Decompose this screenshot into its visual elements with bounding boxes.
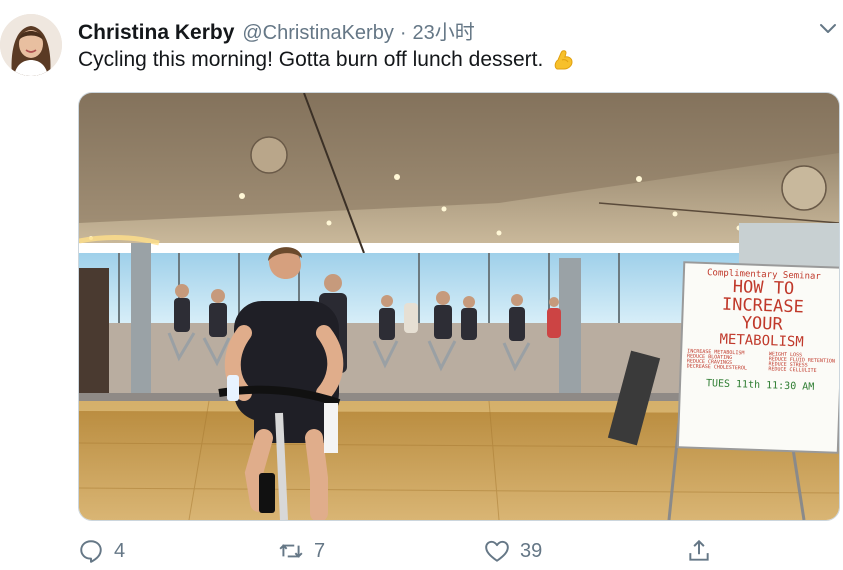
avatar[interactable] bbox=[0, 14, 62, 76]
avatar-image bbox=[0, 14, 62, 76]
share-icon bbox=[689, 539, 709, 561]
retweet-button[interactable]: 7 bbox=[278, 536, 325, 566]
tweet-actions: 4 7 39 bbox=[78, 536, 838, 566]
whiteboard: Complimentary Seminar HOW TO INCREASE YO… bbox=[680, 266, 839, 451]
like-count: 39 bbox=[520, 539, 543, 562]
timestamp[interactable]: 23小时 bbox=[413, 16, 475, 45]
tweet-text: Cycling this morning! Gotta burn off lun… bbox=[78, 48, 544, 71]
reply-icon bbox=[80, 540, 102, 563]
whiteboard-right-notes: WEIGHT LOSS REDUCE FLUID RETENTION REDUC… bbox=[768, 351, 835, 375]
tweet-header: Christina Kerby @ChristinaKerby · 23小时 bbox=[78, 16, 475, 45]
reply-count: 4 bbox=[114, 539, 126, 562]
author-handle[interactable]: @ChristinaKerby bbox=[242, 22, 393, 45]
whiteboard-schedule: TUES 11th 11:30 AM bbox=[705, 377, 815, 393]
retweet-count: 7 bbox=[314, 539, 326, 562]
share-button[interactable] bbox=[686, 536, 712, 566]
separator-dot: · bbox=[399, 22, 407, 44]
tweet-text-row: Cycling this morning! Gotta burn off lun… bbox=[78, 47, 577, 73]
whiteboard-note: REDUCE CELLULITE bbox=[768, 366, 817, 375]
author-name[interactable]: Christina Kerby bbox=[78, 21, 234, 45]
heart-icon bbox=[485, 540, 509, 562]
tweet-photo[interactable]: Complimentary Seminar HOW TO INCREASE YO… bbox=[78, 92, 840, 521]
retweet-icon bbox=[279, 544, 303, 558]
more-options-button[interactable] bbox=[816, 16, 840, 40]
like-button[interactable]: 39 bbox=[484, 536, 542, 566]
chevron-down-icon bbox=[820, 24, 836, 33]
flexed-biceps-icon bbox=[551, 47, 577, 73]
whiteboard-note: DECREASE CHOLESTEROL bbox=[686, 363, 747, 372]
reply-button[interactable]: 4 bbox=[78, 536, 125, 566]
whiteboard-left-notes: INCREASE METABOLISM REDUCE BLOATING REDU… bbox=[686, 348, 748, 372]
